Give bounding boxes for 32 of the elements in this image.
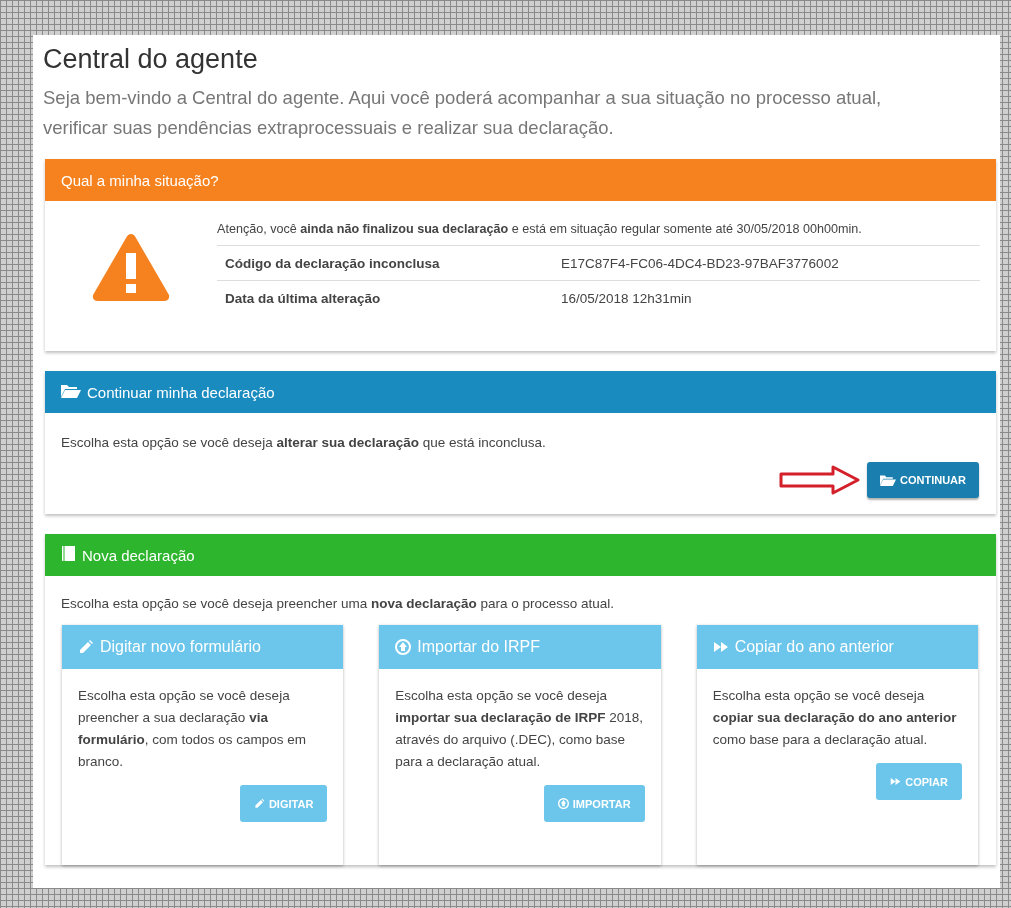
continue-description: Escolha esta opção se você deseja alterar sua declaração que está inconclusa. — [60, 434, 547, 450]
option-button[interactable]: IMPORTAR — [543, 785, 645, 822]
upload-icon — [557, 798, 569, 809]
continue-button[interactable]: CONTINUAR — [867, 462, 979, 498]
page-title: Central do agente — [43, 43, 259, 76]
new-description: Escolha esta opção se você deseja preencher uma nova declaração para o processo atual. — [60, 595, 616, 611]
forward-icon — [890, 776, 902, 787]
book-icon — [61, 545, 76, 562]
folder-icon — [61, 383, 81, 398]
card-description: Escolha esta opção se você deseja copiar sua declaração do ano anterior como base para a declaração atual. — [711, 687, 958, 749]
card-title: Copiar do ano anterior — [734, 638, 894, 656]
forward-icon — [712, 639, 729, 655]
pencil-icon — [78, 639, 94, 655]
card-description: Escolha esta opção se você deseja importar sua declaração de IRPF 2018, através do arquivo (.DEC), como base para a declaração atual. — [394, 687, 644, 771]
panel-title: Continuar minha declaração — [87, 383, 275, 401]
field-value: E17C87F4-FC06-4DC4-BD23-97BAF3776002 — [553, 245, 980, 281]
folder-icon — [880, 474, 896, 486]
pencil-icon — [253, 798, 265, 809]
panel-title: Qual a minha situação? — [61, 171, 219, 189]
card-description: Escolha esta opção se você deseja preencher a sua declaração via formulário, com todos os campos em branco. — [77, 687, 308, 771]
option-button[interactable]: DIGITAR — [239, 785, 328, 822]
intro-text: Seja bem-vindo a Central do agente. Aqui você poderá acompanhar a sua situação no processo atual, verificar suas pendências extraprocessuais e realizar sua declaração. — [43, 86, 883, 140]
warning-icon — [91, 231, 171, 303]
field-value: 16/05/2018 12h31min — [553, 280, 980, 315]
panel-title: Nova declaração — [82, 546, 195, 564]
field-label: Data da última alteração — [217, 280, 553, 315]
upload-icon — [395, 639, 412, 655]
status-notice: Atenção, você ainda não finalizou sua declaração e está em situação regular somente até 30/05/2018 00h00min. — [217, 221, 863, 238]
field-label: Código da declaração inconclusa — [217, 245, 553, 281]
option-button[interactable]: COPIAR — [876, 763, 962, 800]
card-title: Importar do IRPF — [417, 638, 541, 656]
card-title: Digitar novo formulário — [100, 638, 261, 656]
